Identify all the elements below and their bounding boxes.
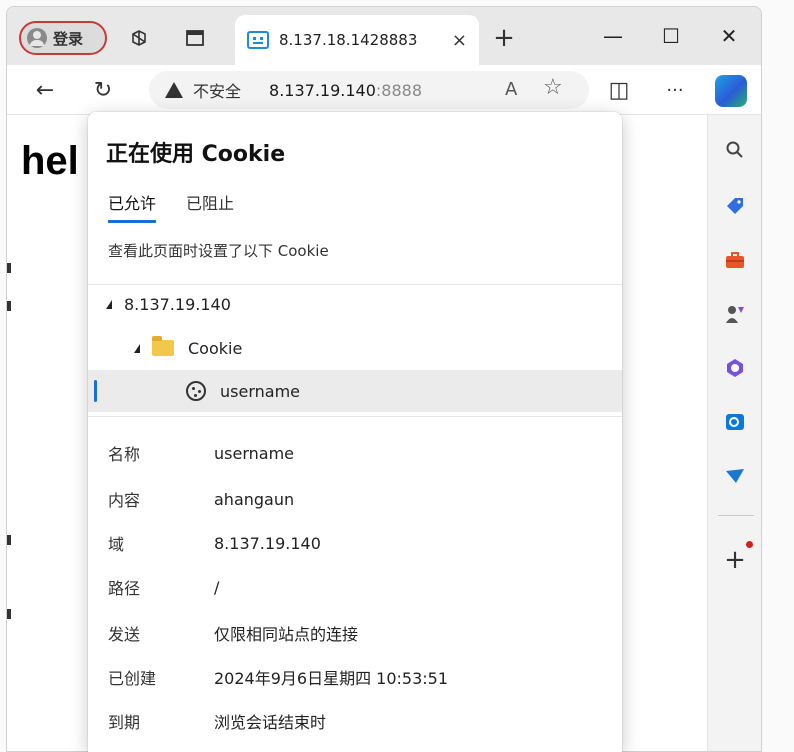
page-mark [7,263,11,273]
search-svg [726,141,743,158]
send-icon[interactable] [722,463,748,489]
tag-icon[interactable] [722,193,748,219]
detail-row-content: 内容 ahangaun [108,484,294,514]
screenshot-root: 登录 8.137.18.1428883 × + — ☐ ✕ ← ↻ 不安全 8.… [0,0,794,752]
maximize-button[interactable]: ☐ [651,21,691,51]
warning-icon[interactable] [165,82,183,98]
detail-label: 发送 [108,625,141,644]
tab-strip: 登录 8.137.18.1428883 × + — ☐ ✕ [7,7,761,65]
detail-value: username [214,443,294,463]
minimize-button[interactable]: — [593,21,633,51]
url-port: :8888 [375,80,422,100]
toolbar: ← ↻ 不安全 8.137.19.140:8888 A ☆ ◫ ··· [7,65,761,115]
tag-svg [727,198,743,214]
detail-label: 域 [108,535,125,554]
detail-row-created: 已创建 2024年9月6日星期四 10:53:51 [108,662,448,692]
sidebar-divider [718,515,754,516]
read-aloud-icon[interactable]: A [505,79,517,100]
tree-folder-label: Cookie [188,338,243,358]
refresh-button[interactable]: ↻ [87,75,119,105]
page-heading: hel [21,139,79,183]
tree-cookie-row[interactable]: username [88,370,622,412]
profile-button[interactable]: 登录 [19,21,107,55]
folder-icon [152,336,174,356]
selection-indicator [94,380,97,402]
close-window-button[interactable]: ✕ [709,21,749,51]
workspaces-icon[interactable] [125,25,153,51]
detail-label: 到期 [108,713,141,732]
tab-actions-icon[interactable] [181,25,209,51]
copilot-sb-svg [727,359,743,377]
detail-row-name: 名称 username [108,438,294,468]
tab-favicon-icon [247,31,269,49]
detail-label: 路径 [108,579,141,598]
split-screen-icon[interactable]: ◫ [603,75,635,105]
expand-triangle-icon[interactable] [134,343,140,353]
detail-row-path: 路径 / [108,572,219,602]
detail-value: 2024年9月6日星期四 10:53:51 [214,669,449,688]
detail-label: 内容 [108,491,141,510]
tree-cookie-label: username [220,381,300,401]
cookie-icon [186,381,206,401]
detail-value: 浏览会话结束时 [214,713,327,732]
tree-host-row[interactable]: 8.137.19.140 [88,284,622,324]
page-mark [7,609,11,619]
popup-title: 正在使用 Cookie [106,142,286,167]
popup-tabs: 已允许 已阻止 [108,190,234,223]
tab-blocked[interactable]: 已阻止 [186,190,234,223]
right-sidebar: + [707,115,761,751]
notification-dot [746,541,753,548]
detail-label: 名称 [108,445,141,464]
copilot-sidebar-icon[interactable] [722,355,748,381]
page-mark [7,535,11,545]
cookie-popup: 正在使用 Cookie 已允许 已阻止 查看此页面时设置了以下 Cookie 8… [88,112,622,752]
tab-title: 8.137.18.1428883 [279,31,418,49]
workspaces-svg [132,30,146,46]
favorite-icon[interactable]: ☆ [543,75,563,100]
games-icon[interactable] [722,301,748,327]
send-svg [726,469,744,483]
back-button[interactable]: ← [29,75,61,105]
add-sidebar-button[interactable]: + [722,545,748,575]
detail-value: ahangaun [214,489,295,509]
popup-description: 查看此页面时设置了以下 Cookie [108,242,329,260]
url-host: 8.137.19.140 [269,80,376,100]
detail-row-send: 发送 仅限相同站点的连接 [108,618,358,648]
divider [88,416,622,417]
outlook-icon[interactable] [722,409,748,435]
games-svg [726,306,744,323]
tab-actions-svg [186,30,204,46]
detail-value: 8.137.19.140 [214,533,321,553]
expand-triangle-icon[interactable] [106,299,112,309]
detail-row-expires: 到期 浏览会话结束时 [108,706,326,736]
detail-row-domain: 域 8.137.19.140 [108,528,321,558]
page-mark [7,301,11,311]
toolbox-svg [726,252,744,268]
detail-label: 已创建 [108,669,157,688]
detail-value: / [214,577,220,597]
address-bar[interactable]: 不安全 8.137.19.140:8888 A ☆ [149,71,589,109]
tab-close-icon[interactable]: × [452,30,467,51]
toolbox-icon[interactable] [722,247,748,273]
avatar-icon [27,28,47,48]
search-icon[interactable] [722,137,748,163]
tab-allowed[interactable]: 已允许 [108,190,157,223]
tree-folder-row[interactable]: Cookie [88,328,622,368]
tab-active[interactable]: 8.137.18.1428883 × [235,15,479,65]
more-button[interactable]: ··· [659,75,691,105]
outlook-svg [726,414,744,430]
profile-label: 登录 [53,29,84,48]
new-tab-button[interactable]: + [489,23,519,53]
tree-host-label: 8.137.19.140 [124,294,231,314]
detail-value: 仅限相同站点的连接 [214,625,359,644]
insecure-label[interactable]: 不安全 [193,78,241,102]
copilot-icon[interactable] [715,75,747,107]
